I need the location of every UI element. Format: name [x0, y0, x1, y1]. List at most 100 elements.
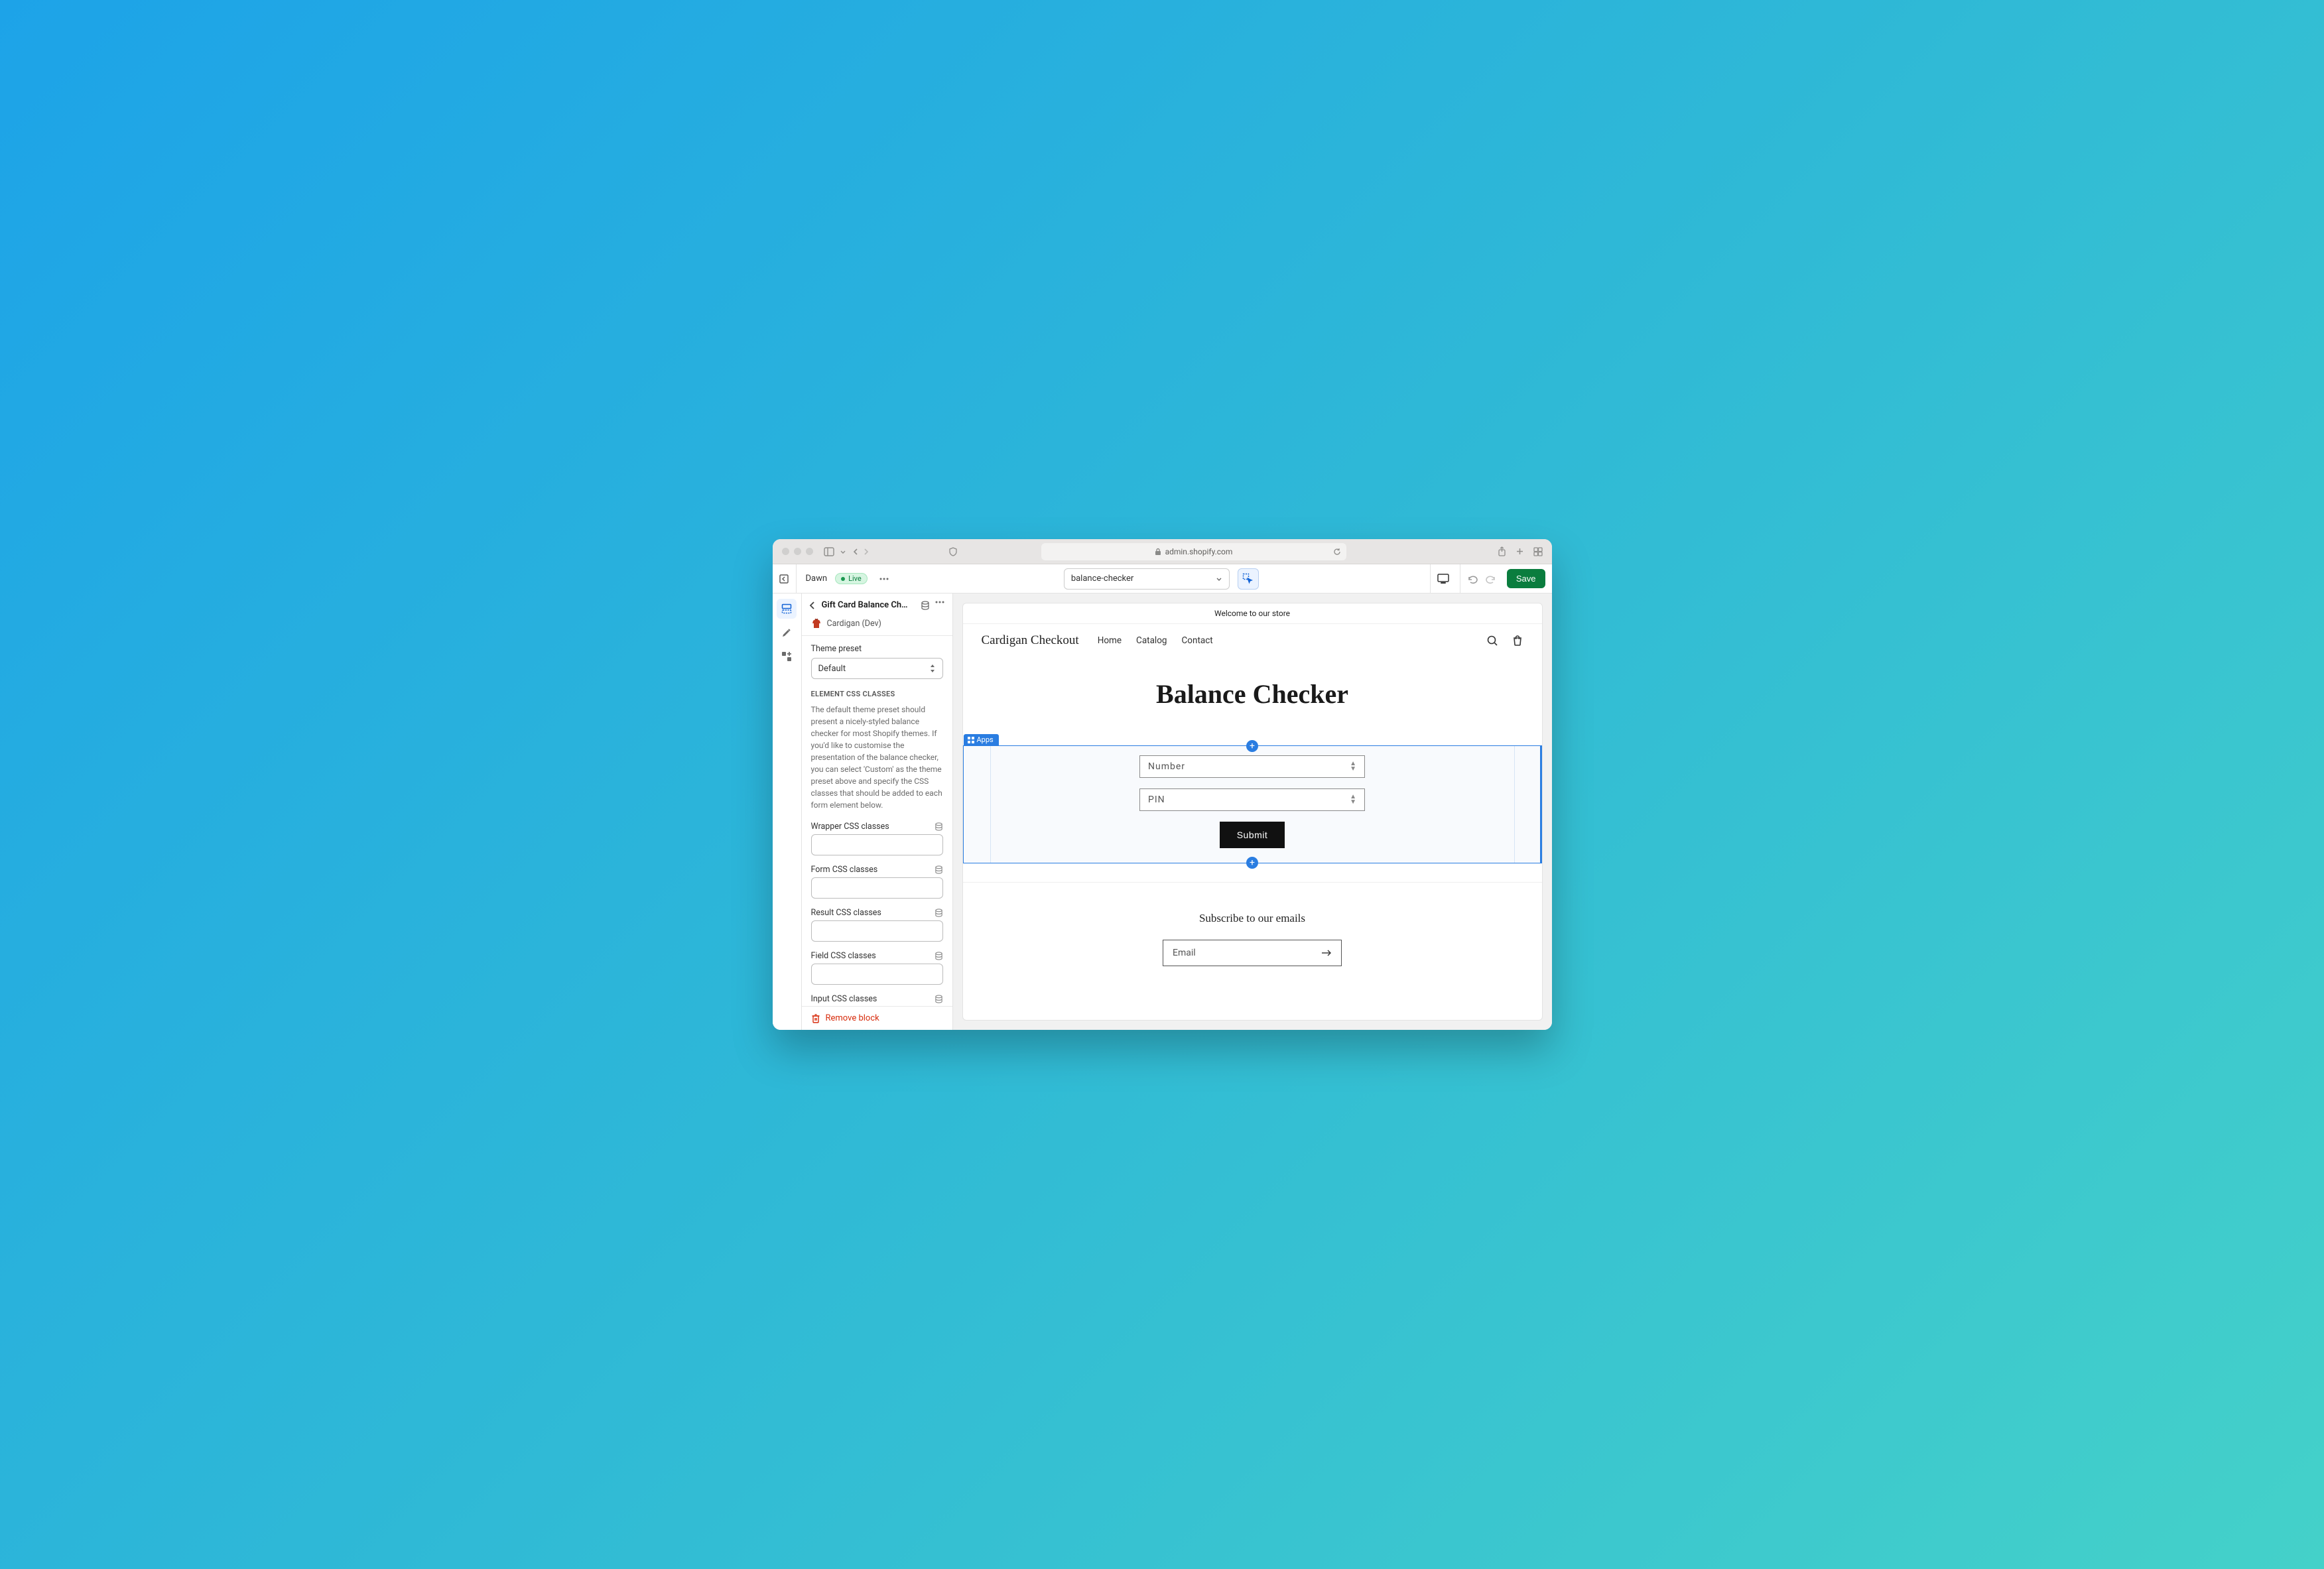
select-arrows-icon	[929, 664, 936, 672]
browser-chrome: admin.shopify.com	[773, 539, 1552, 564]
more-actions-icon[interactable]	[935, 601, 944, 610]
lock-icon	[1155, 548, 1161, 556]
wrapper-css-input[interactable]	[811, 834, 943, 855]
submit-button[interactable]: Submit	[1220, 822, 1285, 848]
input-css-field: Input CSS classes	[811, 994, 943, 1004]
remove-block-label: Remove block	[826, 1013, 879, 1023]
chevron-down-icon[interactable]	[840, 548, 846, 555]
subscribe-heading: Subscribe to our emails	[963, 912, 1542, 925]
sidebar-body: Theme preset Default ELEMENT CSS CLASSES…	[802, 636, 952, 1006]
database-icon[interactable]	[921, 601, 930, 610]
wrapper-css-label: Wrapper CSS classes	[811, 822, 889, 832]
apps-tag-label: Apps	[977, 735, 994, 744]
tabs-icon[interactable]	[1533, 546, 1543, 556]
theme-actions-icon[interactable]	[875, 578, 893, 580]
form-css-label: Form CSS classes	[811, 865, 878, 875]
zoom-dot[interactable]	[806, 548, 813, 555]
number-input[interactable]: Number ▲▼	[1139, 755, 1365, 778]
nav-contact[interactable]: Contact	[1182, 635, 1213, 646]
theme-preset-value: Default	[818, 664, 846, 674]
nav-home[interactable]: Home	[1098, 635, 1122, 646]
trash-icon	[811, 1013, 820, 1023]
field-css-input[interactable]	[811, 964, 943, 985]
database-icon[interactable]	[935, 952, 943, 960]
share-icon[interactable]	[1498, 546, 1506, 556]
field-css-label: Field CSS classes	[811, 951, 876, 961]
traffic-lights	[782, 548, 813, 555]
page-selector-value: balance-checker	[1071, 574, 1134, 584]
preview-canvas: Welcome to our store Cardigan Checkout H…	[962, 603, 1543, 1021]
result-css-input[interactable]	[811, 920, 943, 942]
wrapper-css-field: Wrapper CSS classes	[811, 822, 943, 855]
page-content: Balance Checker Apps + + Number ▲▼	[963, 657, 1542, 1020]
balance-checker-form: Number ▲▼ PIN ▲▼ Submit	[990, 746, 1515, 863]
database-icon[interactable]	[935, 822, 943, 831]
nav-catalog[interactable]: Catalog	[1136, 635, 1167, 646]
browser-window: admin.shopify.com Dawn Live	[773, 539, 1552, 1030]
apps-block[interactable]: Apps + + Number ▲▼ PIN ▲▼	[963, 745, 1542, 863]
app-topbar: Dawn Live balance-checker	[773, 564, 1552, 594]
form-css-input[interactable]	[811, 877, 943, 899]
pin-stepper-icon[interactable]: ▲▼	[1350, 794, 1356, 805]
theme-name: Dawn	[802, 574, 828, 584]
preview-canvas-wrap: Welcome to our store Cardigan Checkout H…	[953, 594, 1552, 1030]
editor-main: Gift Card Balance Ch… Cardigan (Dev) The…	[773, 594, 1552, 1030]
forward-icon[interactable]	[862, 548, 870, 556]
reload-icon[interactable]	[1333, 548, 1341, 556]
form-css-field: Form CSS classes	[811, 865, 943, 899]
number-stepper-icon[interactable]: ▲▼	[1350, 761, 1356, 772]
field-css-field: Field CSS classes	[811, 951, 943, 985]
block-resize-handle[interactable]	[1540, 746, 1542, 863]
add-section-above-button[interactable]: +	[1246, 740, 1258, 752]
sidebar-toggle-icon[interactable]	[824, 547, 834, 556]
inspector-toggle-button[interactable]	[1238, 568, 1259, 590]
url-text: admin.shopify.com	[1165, 547, 1233, 556]
back-button[interactable]	[808, 601, 816, 610]
privacy-icon[interactable]	[948, 547, 958, 556]
redo-button[interactable]	[1486, 574, 1496, 584]
input-css-label: Input CSS classes	[811, 994, 877, 1004]
save-button[interactable]: Save	[1507, 569, 1545, 588]
back-icon[interactable]	[852, 548, 860, 556]
database-icon[interactable]	[935, 995, 943, 1003]
help-text: The default theme preset should present …	[811, 704, 943, 811]
sections-rail-icon[interactable]	[777, 599, 797, 619]
live-badge: Live	[835, 573, 868, 584]
viewport-desktop-icon[interactable]	[1437, 574, 1449, 584]
submit-arrow-icon[interactable]	[1321, 949, 1332, 957]
url-bar[interactable]: admin.shopify.com	[1041, 543, 1346, 560]
store-nav: Home Catalog Contact	[1098, 635, 1213, 646]
theme-settings-rail-icon[interactable]	[777, 623, 797, 643]
sidebar-header: Gift Card Balance Ch…	[802, 594, 952, 615]
page-selector[interactable]: balance-checker	[1064, 568, 1230, 590]
subscribe-section: Subscribe to our emails Email	[963, 882, 1542, 986]
apps-rail-icon[interactable]	[777, 647, 797, 666]
left-rail	[773, 594, 802, 1030]
pin-input[interactable]: PIN ▲▼	[1139, 788, 1365, 811]
page-heading: Balance Checker	[1156, 678, 1348, 710]
cart-icon[interactable]	[1512, 635, 1523, 647]
apps-block-tag: Apps	[964, 734, 999, 745]
undo-button[interactable]	[1467, 574, 1478, 584]
exit-editor-button[interactable]	[773, 564, 797, 594]
result-css-field: Result CSS classes	[811, 908, 943, 942]
sidebar-title: Gift Card Balance Ch…	[822, 600, 915, 610]
theme-preset-label: Theme preset	[811, 644, 943, 654]
database-icon[interactable]	[935, 865, 943, 874]
store-header: Cardigan Checkout Home Catalog Contact	[963, 624, 1542, 657]
announcement-bar: Welcome to our store	[963, 603, 1542, 624]
email-signup-input[interactable]: Email	[1163, 940, 1342, 966]
new-tab-icon[interactable]	[1516, 546, 1524, 556]
store-name: Cardigan Checkout	[982, 633, 1079, 648]
search-icon[interactable]	[1486, 635, 1498, 647]
remove-block-button[interactable]: Remove block	[802, 1006, 952, 1030]
database-icon[interactable]	[935, 909, 943, 917]
minimize-dot[interactable]	[794, 548, 801, 555]
close-dot[interactable]	[782, 548, 789, 555]
add-section-below-button[interactable]: +	[1246, 857, 1258, 869]
apps-tag-icon	[968, 737, 974, 743]
element-css-section-title: ELEMENT CSS CLASSES	[811, 690, 943, 698]
app-attribution[interactable]: Cardigan (Dev)	[802, 615, 952, 636]
theme-preset-select[interactable]: Default	[811, 658, 943, 679]
pin-placeholder: PIN	[1148, 794, 1165, 805]
